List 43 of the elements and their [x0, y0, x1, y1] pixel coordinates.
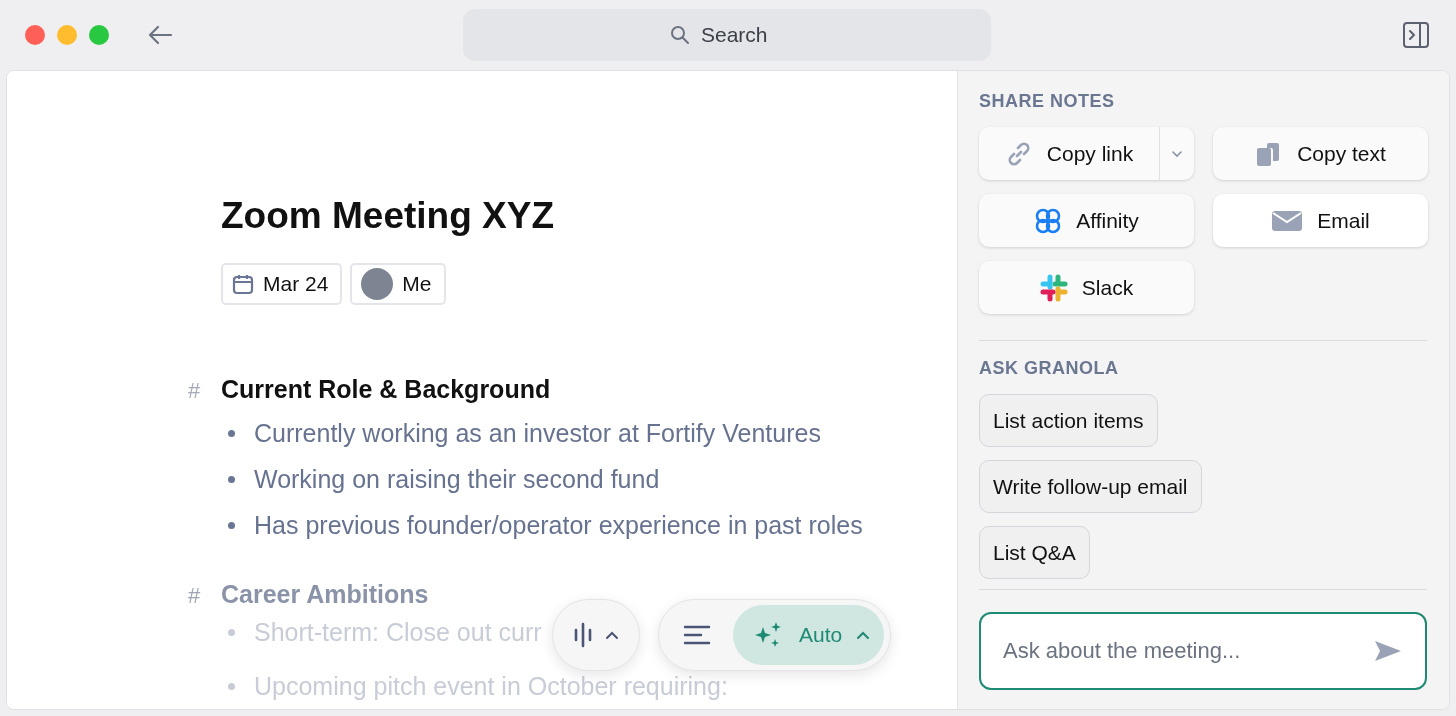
bullet-text: Currently working as an investor at Fortify Ventures: [254, 418, 821, 448]
bullet-text: Upcoming pitch event in October requiring:: [254, 671, 728, 701]
copy-link-button[interactable]: Copy link: [979, 127, 1160, 180]
date-chip[interactable]: Mar 24: [221, 263, 343, 305]
bullet-text: Working on raising their second fund: [254, 464, 660, 494]
caret-icon: [605, 630, 619, 640]
section-heading: Current Role & Background: [221, 375, 551, 404]
bullet-text: Has previous founder/operator experience in past roles: [254, 510, 863, 540]
caret-icon: [856, 630, 871, 640]
send-icon[interactable]: [1373, 639, 1403, 663]
hash-logo: [1039, 273, 1068, 302]
heading-marker: #: [188, 583, 202, 609]
ask-input-field[interactable]: Ask about the meeting...: [979, 612, 1427, 690]
attendee-chip[interactable]: Me: [350, 263, 446, 305]
section-label: SHARE NOTES: [979, 91, 1116, 112]
back-arrow-icon[interactable]: [147, 25, 173, 45]
four-rings-logo: [1034, 206, 1063, 235]
prompt-chip[interactable]: List action items: [979, 394, 1158, 447]
bullet-icon: [228, 628, 235, 636]
text-lines-icon[interactable]: [683, 624, 711, 646]
section-heading: Career Ambitions: [221, 580, 429, 609]
email-button[interactable]: Email: [1213, 194, 1428, 247]
calendar-icon: [232, 273, 254, 295]
bullet-icon: [228, 429, 235, 437]
slack-button[interactable]: Slack: [979, 261, 1194, 314]
close-window-button[interactable]: [25, 25, 45, 45]
heading-marker: #: [188, 378, 202, 404]
zoom-window-button[interactable]: [89, 25, 109, 45]
search-field[interactable]: Search: [463, 9, 991, 61]
minimize-window-button[interactable]: [57, 25, 77, 45]
section-label: ASK GRANOLA: [979, 358, 1120, 379]
prompt-chip[interactable]: List Q&A: [979, 526, 1090, 579]
bullet-icon: [228, 521, 235, 529]
note-title: Zoom Meeting XYZ: [221, 194, 555, 238]
affinity-button[interactable]: Affinity: [979, 194, 1194, 247]
prompt-chip[interactable]: Write follow-up email: [979, 460, 1202, 513]
bullet-icon: [228, 475, 235, 483]
envelope-icon: [1271, 208, 1304, 233]
sidebar-toggle-icon[interactable]: [1402, 21, 1430, 49]
bullet-icon: [228, 682, 235, 690]
copy-button[interactable]: Copy text: [1213, 127, 1428, 180]
bullet-text: Short-term: Close out curr: [254, 617, 542, 647]
waveform-icon: [573, 621, 593, 649]
